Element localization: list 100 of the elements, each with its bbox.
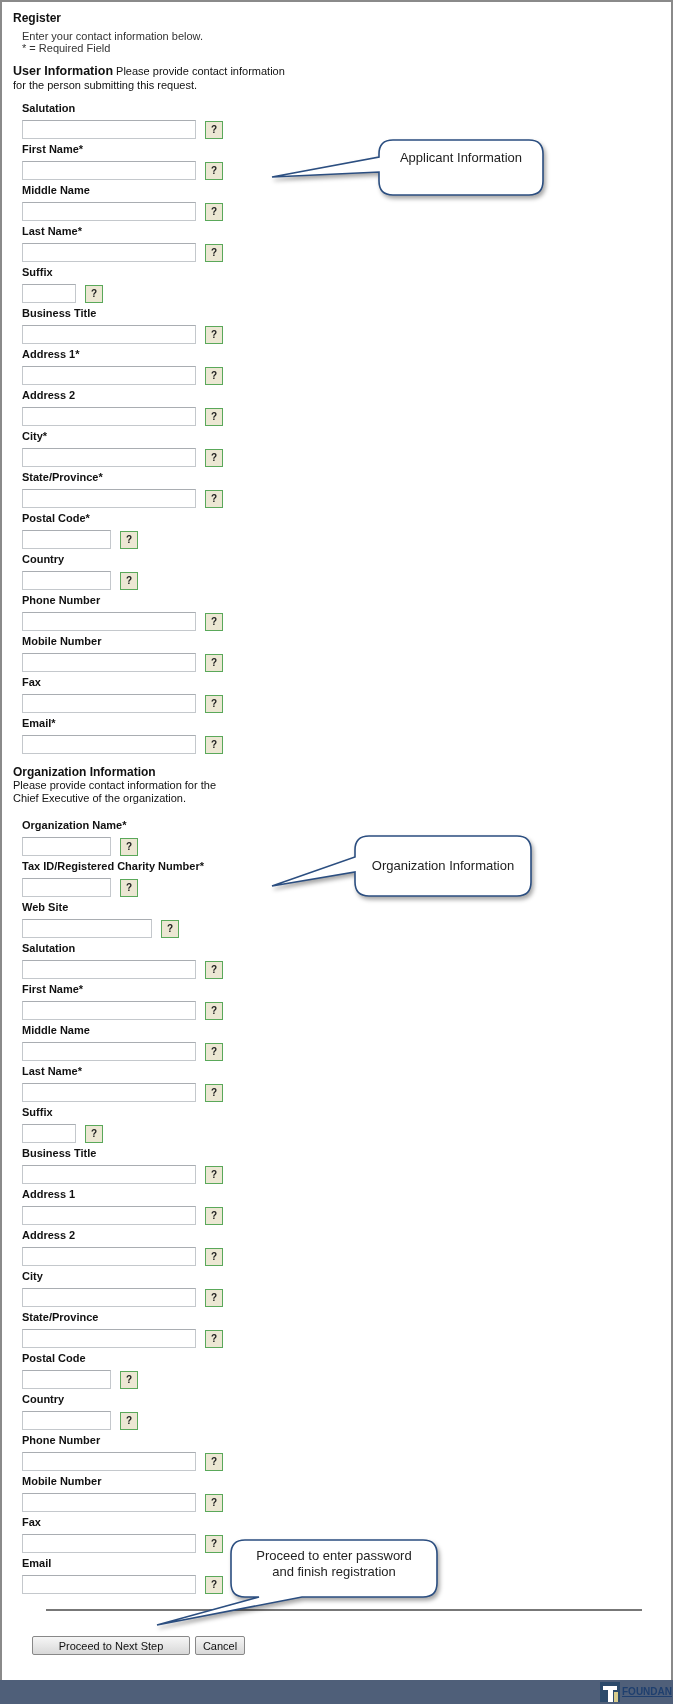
help-button[interactable]: ? bbox=[205, 243, 223, 262]
input-field[interactable] bbox=[22, 960, 196, 979]
field-label: Email* bbox=[22, 716, 56, 731]
input-field[interactable] bbox=[22, 1206, 196, 1225]
input-field[interactable] bbox=[22, 489, 196, 508]
cancel-button[interactable]: Cancel bbox=[195, 1636, 245, 1655]
field-label: Last Name* bbox=[22, 224, 82, 239]
input-field[interactable] bbox=[22, 1452, 196, 1471]
help-button[interactable]: ? bbox=[205, 161, 223, 180]
help-button[interactable]: ? bbox=[205, 366, 223, 385]
input-field[interactable] bbox=[22, 1534, 196, 1553]
input-field[interactable] bbox=[22, 1124, 76, 1143]
help-button[interactable]: ? bbox=[205, 735, 223, 754]
field-label: Country bbox=[22, 552, 65, 567]
field-label: Middle Name bbox=[22, 183, 90, 198]
field-label: State/Province* bbox=[22, 470, 103, 485]
field-label: Salutation bbox=[22, 101, 76, 116]
input-field[interactable] bbox=[22, 919, 152, 938]
help-button[interactable]: ? bbox=[85, 284, 103, 303]
help-button[interactable]: ? bbox=[205, 694, 223, 713]
input-field[interactable] bbox=[22, 1493, 196, 1512]
field-label: Phone Number bbox=[22, 593, 101, 608]
help-button[interactable]: ? bbox=[205, 1042, 223, 1061]
input-field[interactable] bbox=[22, 202, 196, 221]
help-button[interactable]: ? bbox=[205, 1493, 223, 1512]
input-field[interactable] bbox=[22, 1411, 111, 1430]
help-button[interactable]: ? bbox=[161, 919, 179, 938]
field-label: City bbox=[22, 1269, 43, 1284]
input-field[interactable] bbox=[22, 448, 196, 467]
help-button[interactable]: ? bbox=[205, 1083, 223, 1102]
help-button[interactable]: ? bbox=[205, 120, 223, 139]
input-field[interactable] bbox=[22, 837, 111, 856]
help-button[interactable]: ? bbox=[205, 489, 223, 508]
help-button[interactable]: ? bbox=[205, 1247, 223, 1266]
help-button[interactable]: ? bbox=[205, 1452, 223, 1471]
input-field[interactable] bbox=[22, 1042, 196, 1061]
field-label: Suffix bbox=[22, 265, 53, 280]
intro-text: Enter your contact information below. bbox=[22, 30, 204, 42]
help-button[interactable]: ? bbox=[205, 1206, 223, 1225]
help-button[interactable]: ? bbox=[120, 837, 138, 856]
help-button[interactable]: ? bbox=[205, 1329, 223, 1348]
help-button[interactable]: ? bbox=[205, 960, 223, 979]
help-button[interactable]: ? bbox=[205, 653, 223, 672]
field-label: Phone Number bbox=[22, 1433, 101, 1448]
help-button[interactable]: ? bbox=[205, 1575, 223, 1594]
help-button[interactable]: ? bbox=[205, 612, 223, 631]
input-field[interactable] bbox=[22, 530, 111, 549]
help-button[interactable]: ? bbox=[120, 1411, 138, 1430]
field-label: Mobile Number bbox=[22, 1474, 102, 1489]
input-field[interactable] bbox=[22, 366, 196, 385]
help-button[interactable]: ? bbox=[120, 571, 138, 590]
field-label: First Name* bbox=[22, 982, 84, 997]
input-field[interactable] bbox=[22, 653, 196, 672]
help-button[interactable]: ? bbox=[205, 325, 223, 344]
help-button[interactable]: ? bbox=[205, 1534, 223, 1553]
input-field[interactable] bbox=[22, 1575, 196, 1594]
field-label: Country bbox=[22, 1392, 65, 1407]
field-label: Address 1* bbox=[22, 347, 80, 362]
help-button[interactable]: ? bbox=[205, 448, 223, 467]
input-field[interactable] bbox=[22, 1288, 196, 1307]
section-heading: Organization Information bbox=[13, 765, 157, 779]
input-field[interactable] bbox=[22, 1370, 111, 1389]
field-label: Fax bbox=[22, 1515, 41, 1530]
input-field[interactable] bbox=[22, 571, 111, 590]
section-description: Please provide contact information for the Chief Executive of the organization. bbox=[13, 779, 217, 805]
input-field[interactable] bbox=[22, 1247, 196, 1266]
callout-text: Applicant Information bbox=[399, 150, 523, 166]
help-button[interactable]: ? bbox=[205, 202, 223, 221]
help-button[interactable]: ? bbox=[205, 1165, 223, 1184]
section-intro: User Information Please provide contact information for the person submitting this request. bbox=[12, 64, 285, 92]
field-label: Organization Name* bbox=[22, 818, 127, 833]
input-field[interactable] bbox=[22, 120, 196, 139]
help-button[interactable]: ? bbox=[205, 1288, 223, 1307]
input-field[interactable] bbox=[22, 407, 196, 426]
input-field[interactable] bbox=[22, 325, 196, 344]
help-button[interactable]: ? bbox=[205, 1001, 223, 1020]
input-field[interactable] bbox=[22, 243, 196, 262]
input-field[interactable] bbox=[22, 1001, 196, 1020]
field-label: Business Title bbox=[22, 306, 97, 321]
input-field[interactable] bbox=[22, 694, 196, 713]
next-step-button[interactable]: Proceed to Next Step bbox=[32, 1636, 190, 1655]
field-label: Salutation bbox=[22, 941, 76, 956]
help-button[interactable]: ? bbox=[120, 878, 138, 897]
help-button[interactable]: ? bbox=[120, 530, 138, 549]
input-field[interactable] bbox=[22, 284, 76, 303]
field-label: Suffix bbox=[22, 1105, 53, 1120]
field-label: Email bbox=[22, 1556, 52, 1571]
input-field[interactable] bbox=[22, 612, 196, 631]
callout-text: Organization Information bbox=[371, 858, 515, 874]
help-button[interactable]: ? bbox=[205, 407, 223, 426]
input-field[interactable] bbox=[22, 878, 111, 897]
help-button[interactable]: ? bbox=[85, 1124, 103, 1143]
input-field[interactable] bbox=[22, 1165, 196, 1184]
help-button[interactable]: ? bbox=[120, 1370, 138, 1389]
input-field[interactable] bbox=[22, 161, 196, 180]
input-field[interactable] bbox=[22, 735, 196, 754]
input-field[interactable] bbox=[22, 1083, 196, 1102]
field-label: Web Site bbox=[22, 900, 69, 915]
field-label: Postal Code bbox=[22, 1351, 86, 1366]
input-field[interactable] bbox=[22, 1329, 196, 1348]
